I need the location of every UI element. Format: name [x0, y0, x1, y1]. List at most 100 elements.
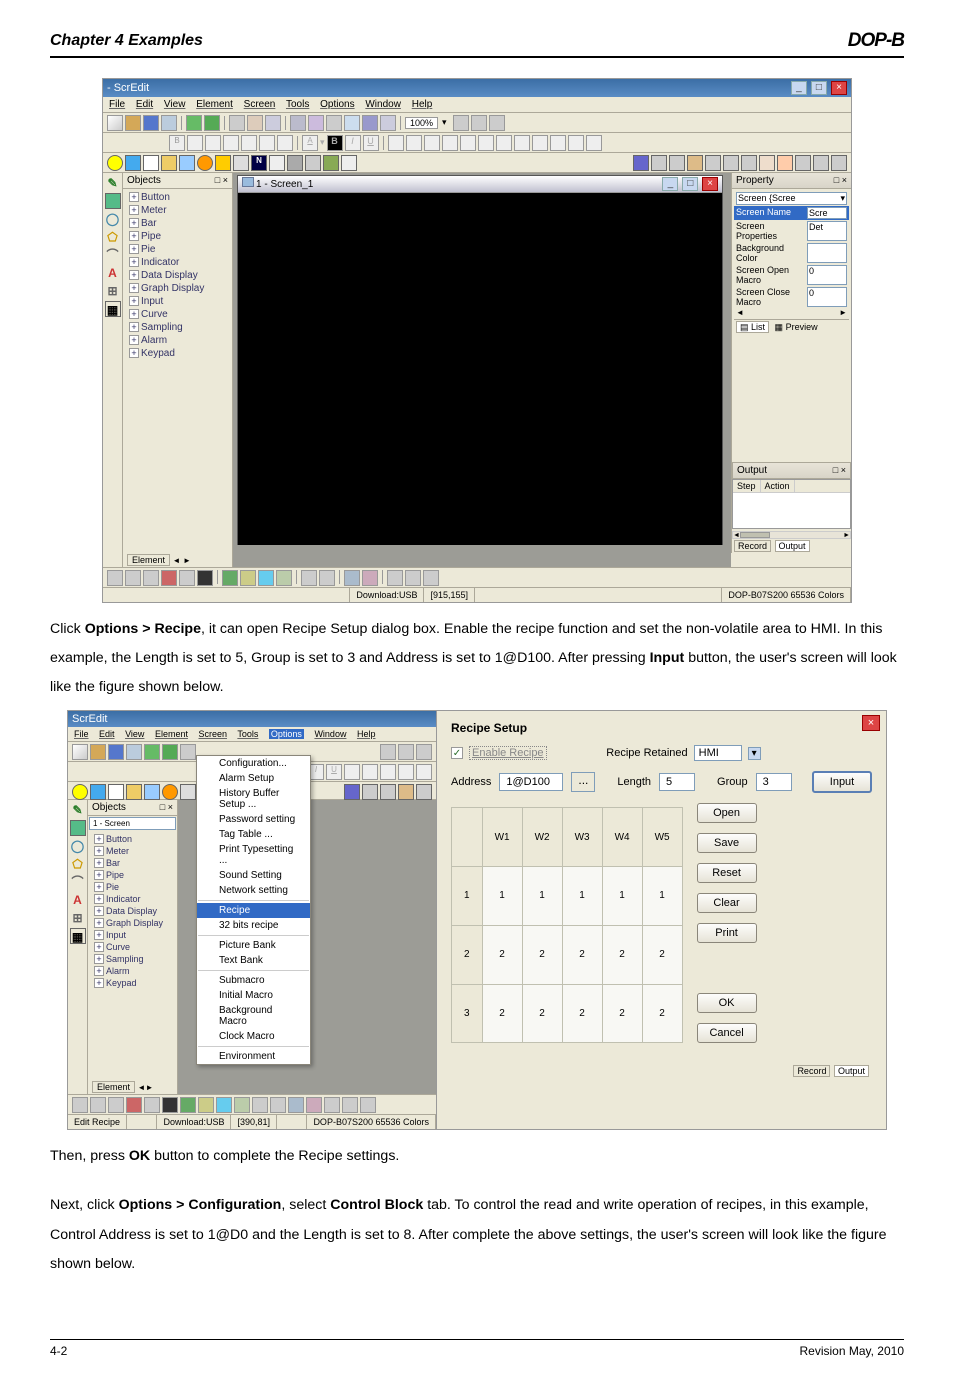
- tool-icon[interactable]: [651, 155, 667, 171]
- mi-sound[interactable]: Sound Setting: [197, 868, 310, 883]
- cell[interactable]: 2: [482, 984, 522, 1043]
- enable-recipe-checkbox[interactable]: ✓: [451, 747, 463, 759]
- text-icon[interactable]: A: [70, 892, 86, 908]
- menu-view[interactable]: View: [164, 99, 186, 110]
- open-icon[interactable]: [125, 115, 141, 131]
- pencil-icon[interactable]: [344, 764, 360, 780]
- circle-icon[interactable]: ◯: [70, 838, 86, 854]
- tree-data-display[interactable]: Data Display: [127, 269, 228, 282]
- open-icon[interactable]: [90, 744, 106, 760]
- open-button[interactable]: Open: [697, 803, 757, 823]
- valign-mid-icon[interactable]: [259, 135, 275, 151]
- zoom-out-icon[interactable]: [471, 115, 487, 131]
- save-icon[interactable]: [108, 744, 124, 760]
- cell[interactable]: 2: [482, 925, 522, 984]
- mi-initial-macro[interactable]: Initial Macro: [197, 988, 310, 1003]
- cell[interactable]: 1: [482, 867, 522, 926]
- cell[interactable]: 1: [642, 867, 682, 926]
- align-right-icon[interactable]: [223, 135, 239, 151]
- window-controls[interactable]: _ □ ×: [790, 81, 847, 95]
- tool-icon[interactable]: [514, 135, 530, 151]
- tool-icon[interactable]: [234, 1097, 250, 1113]
- circle-icon[interactable]: [72, 784, 88, 800]
- text-icon[interactable]: A: [105, 265, 121, 281]
- output-tab[interactable]: Output: [834, 1065, 869, 1077]
- tool-icon[interactable]: [270, 1097, 286, 1113]
- menu-element[interactable]: Element: [155, 729, 188, 739]
- tool-icon[interactable]: [669, 155, 685, 171]
- tool-icon[interactable]: [705, 155, 721, 171]
- menu-options[interactable]: Options: [320, 99, 354, 110]
- record-tab[interactable]: Record: [793, 1065, 830, 1077]
- curve-icon[interactable]: [305, 155, 321, 171]
- output-close[interactable]: □ ×: [833, 465, 846, 476]
- underline-icon[interactable]: U: [363, 135, 379, 151]
- menu-file[interactable]: File: [109, 99, 125, 110]
- close-icon[interactable]: ×: [702, 177, 718, 191]
- tree-pipe[interactable]: Pipe: [92, 869, 173, 881]
- tool-icon[interactable]: [258, 570, 274, 586]
- saveall-icon[interactable]: [126, 744, 142, 760]
- cell[interactable]: 1: [602, 867, 642, 926]
- frame-icon[interactable]: [424, 135, 440, 151]
- mi-history-buffer[interactable]: History Buffer Setup ...: [197, 786, 310, 812]
- reset-button[interactable]: Reset: [697, 863, 757, 883]
- tool-icon[interactable]: [633, 155, 649, 171]
- rect-icon[interactable]: [105, 193, 121, 209]
- maximize-icon[interactable]: □: [682, 177, 698, 191]
- grid-icon[interactable]: [360, 1097, 376, 1113]
- tool-icon[interactable]: [380, 784, 396, 800]
- clear-button[interactable]: Clear: [697, 893, 757, 913]
- tool-icon[interactable]: [344, 784, 360, 800]
- bar-icon[interactable]: [126, 784, 142, 800]
- tool-icon[interactable]: [741, 155, 757, 171]
- record-tab[interactable]: Record: [734, 540, 771, 552]
- fill-icon[interactable]: [406, 135, 422, 151]
- maximize-icon[interactable]: □: [811, 81, 827, 95]
- retained-select[interactable]: HMI: [694, 745, 742, 761]
- circle-icon[interactable]: ◯: [105, 211, 121, 227]
- tool-icon[interactable]: [442, 135, 458, 151]
- element-tab[interactable]: Element: [92, 1081, 135, 1093]
- mi-network[interactable]: Network setting: [197, 883, 310, 898]
- scroll-right-icon[interactable]: ►: [843, 532, 850, 538]
- fill-icon[interactable]: [362, 764, 378, 780]
- download-icon[interactable]: [162, 744, 178, 760]
- cut-icon[interactable]: [180, 744, 196, 760]
- zoom-out-icon[interactable]: [398, 744, 414, 760]
- cell[interactable]: 2: [562, 984, 602, 1043]
- saveall-icon[interactable]: [161, 115, 177, 131]
- download-icon[interactable]: [204, 115, 220, 131]
- sample-icon[interactable]: [323, 155, 339, 171]
- arc-icon[interactable]: ⌒: [105, 247, 121, 263]
- tool-icon[interactable]: [478, 135, 494, 151]
- cell[interactable]: 1: [562, 867, 602, 926]
- tool-icon[interactable]: [460, 135, 476, 151]
- table-row[interactable]: 2 2 2 2 2 2: [452, 925, 683, 984]
- tool-icon[interactable]: [496, 135, 512, 151]
- tree-input[interactable]: Input: [92, 929, 173, 941]
- group-icon[interactable]: [344, 115, 360, 131]
- menu-tools[interactable]: Tools: [237, 729, 258, 739]
- tool-icon[interactable]: [161, 570, 177, 586]
- length-field[interactable]: 5: [659, 773, 695, 791]
- tree-bar[interactable]: Bar: [92, 857, 173, 869]
- mi-bg-macro[interactable]: Background Macro: [197, 1003, 310, 1029]
- menu-screen[interactable]: Screen: [244, 99, 276, 110]
- list-tab[interactable]: ▤ List: [736, 321, 769, 333]
- mi-password[interactable]: Password setting: [197, 812, 310, 827]
- tool-icon[interactable]: [362, 784, 378, 800]
- scrollbar[interactable]: ◄ ►: [732, 531, 851, 539]
- alarm-icon[interactable]: [341, 155, 357, 171]
- tree-keypad[interactable]: Keypad: [92, 977, 173, 989]
- tree-keypad[interactable]: Keypad: [127, 347, 228, 360]
- align-center-icon[interactable]: [125, 570, 141, 586]
- dialog-close-icon[interactable]: ×: [862, 715, 880, 731]
- mi-configuration[interactable]: Configuration...: [197, 756, 310, 771]
- tool-icon[interactable]: [380, 764, 396, 780]
- tree-curve[interactable]: Curve: [92, 941, 173, 953]
- polygon-icon[interactable]: ⬠: [105, 229, 121, 245]
- menu-options[interactable]: Options: [269, 729, 304, 739]
- meter-icon[interactable]: [143, 155, 159, 171]
- grid-icon[interactable]: [387, 570, 403, 586]
